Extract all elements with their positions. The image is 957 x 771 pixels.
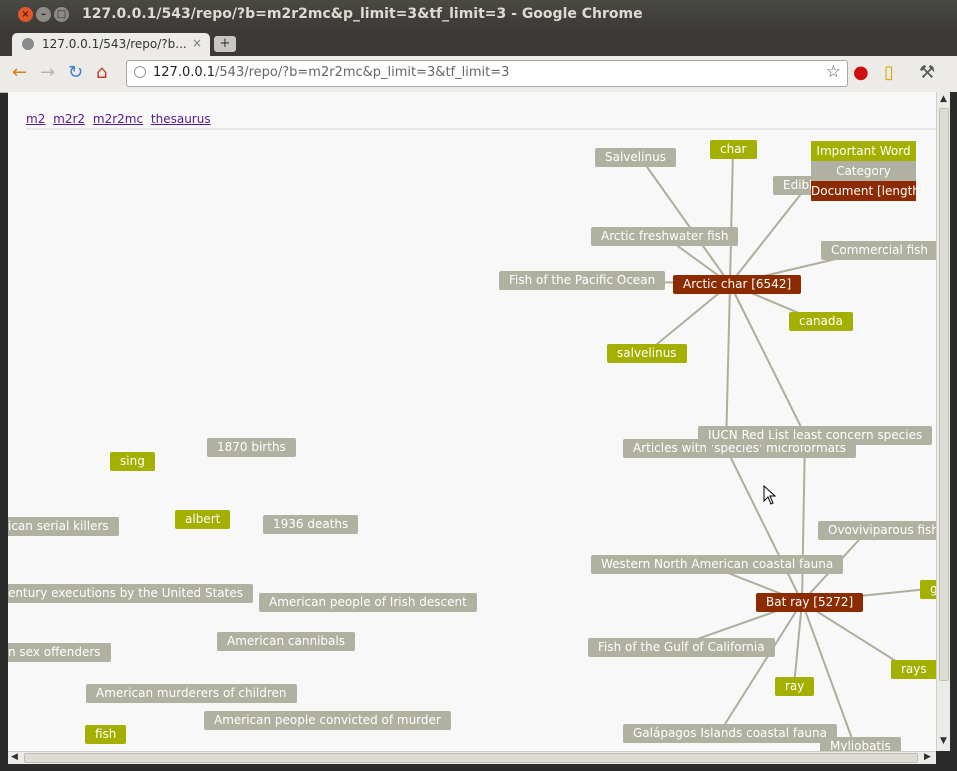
graph-legend: Important Word Category Document [length… [811, 141, 925, 201]
tab-label: 127.0.0.1/543/repo/?b... [42, 37, 187, 51]
node-category[interactable]: American murderers of children [86, 684, 297, 703]
node-category[interactable]: Galápagos Islands coastal fauna [623, 724, 837, 743]
url-host: 127.0.0.1 [153, 65, 216, 80]
node-word[interactable]: ray [775, 677, 815, 696]
node-word[interactable]: sing [110, 452, 155, 471]
node-category[interactable]: American cannibals [217, 632, 355, 651]
background-terminal-bottom [0, 764, 957, 771]
nav-link-thesaurus[interactable]: thesaurus [151, 112, 211, 126]
scroll-up-icon[interactable]: ▲ [940, 94, 947, 104]
edge [801, 601, 855, 745]
node-category[interactable]: entury executions by the United States [8, 584, 253, 603]
favicon-icon [22, 38, 34, 50]
node-category[interactable]: n sex offenders [8, 643, 111, 662]
bookmark-star-icon[interactable]: ☆ [826, 62, 841, 82]
address-bar[interactable]: 127.0.0.1/543/repo/?b=m2r2mc&p_limit=3&t… [126, 60, 848, 87]
scroll-right-icon[interactable]: ▶ [924, 752, 931, 762]
node-category[interactable]: 1936 deaths [263, 515, 359, 534]
node-category[interactable]: American people of Irish descent [259, 593, 477, 612]
page-viewport: m2 m2r2 m2r2mc thesaurus Salvelinus char… [8, 92, 936, 751]
vertical-scroll-thumb[interactable] [939, 108, 949, 681]
browser-toolbar: ← → ↻ ⌂ 127.0.0.1/543/repo/?b=m2r2mc&p_l… [0, 56, 957, 93]
mouse-cursor-icon [763, 485, 777, 505]
node-word[interactable]: albert [175, 510, 231, 529]
node-category[interactable]: Western North American coastal fauna [591, 555, 844, 574]
node-category[interactable]: American people convicted of murder [204, 711, 451, 730]
phone-extension-icon[interactable]: ▯ [884, 63, 894, 83]
window-close-button[interactable]: × [18, 7, 33, 22]
node-category[interactable]: ican serial killers [8, 517, 119, 536]
node-category[interactable]: IUCN Red List least concern species [698, 426, 933, 445]
url-path: /543/repo/?b=m2r2mc&p_limit=3&tf_limit=3 [215, 65, 510, 80]
url-text: 127.0.0.1/543/repo/?b=m2r2mc&p_limit=3&t… [153, 65, 509, 80]
tab-close-icon[interactable]: × [192, 36, 202, 50]
forward-icon[interactable]: → [40, 63, 55, 83]
legend-category: Category [811, 161, 916, 181]
nav-link-m2r2mc[interactable]: m2r2mc [93, 112, 143, 126]
nav-separator [26, 128, 936, 130]
node-word[interactable]: salvelinus [607, 344, 687, 363]
node-category[interactable]: 1870 births [207, 438, 296, 457]
window-maximize-button[interactable]: □ [54, 7, 69, 22]
legend-important-word: Important Word [811, 141, 916, 161]
horizontal-scrollbar[interactable]: ◀ ▶ [8, 751, 936, 765]
node-category[interactable]: Salvelinus [595, 148, 676, 167]
tab-strip: 127.0.0.1/543/repo/?b... × + [0, 30, 957, 56]
node-category[interactable]: Fish of the Pacific Ocean [499, 271, 666, 290]
node-category[interactable]: Fish of the Gulf of California [588, 638, 775, 657]
window-minimize-button[interactable]: – [36, 7, 51, 22]
node-word[interactable]: g [920, 580, 936, 599]
page-info-icon[interactable] [134, 66, 146, 78]
scroll-left-icon[interactable]: ◀ [11, 752, 18, 762]
edge [729, 148, 734, 285]
wrench-icon[interactable]: ⚒ [919, 63, 935, 83]
edge [639, 156, 731, 285]
node-word[interactable]: fish [85, 725, 127, 744]
window-titlebar: × – □ 127.0.0.1/543/repo/?b=m2r2mc&p_lim… [0, 0, 957, 30]
back-icon[interactable]: ← [12, 63, 27, 83]
background-terminal-strip [950, 92, 957, 771]
node-category[interactable]: Arctic freshwater fish [591, 227, 739, 246]
edge [725, 283, 731, 449]
vertical-scrollbar[interactable]: ▲ ▼ [936, 92, 951, 751]
edge [725, 447, 803, 603]
node-category[interactable]: Ovoviviparous fish [818, 521, 936, 540]
scroll-down-icon[interactable]: ▼ [940, 736, 947, 746]
node-category[interactable]: Myliobatis [820, 737, 901, 751]
node-word[interactable]: char [710, 140, 757, 159]
new-tab-button[interactable]: + [214, 36, 236, 52]
nav-links: m2 m2r2 m2r2mc thesaurus [26, 112, 215, 126]
stop-extension-icon[interactable]: ● [853, 63, 869, 83]
nav-link-m2r2[interactable]: m2r2 [53, 112, 85, 126]
edge [801, 434, 806, 603]
browser-tab[interactable]: 127.0.0.1/543/repo/?b... × [12, 33, 210, 56]
window-title: 127.0.0.1/543/repo/?b=m2r2mc&p_limit=3&t… [82, 6, 643, 22]
legend-document: Document [length] [811, 181, 925, 201]
home-icon[interactable]: ⌂ [96, 63, 107, 83]
nav-link-m2[interactable]: m2 [26, 112, 45, 126]
node-category[interactable]: Commercial fish [821, 241, 936, 260]
node-document[interactable]: Bat ray [5272] [756, 593, 864, 612]
reload-icon[interactable]: ↻ [68, 63, 83, 83]
edge [719, 601, 803, 733]
node-word[interactable]: rays [891, 660, 936, 679]
node-word[interactable]: canada [789, 312, 853, 331]
horizontal-scroll-thumb[interactable] [24, 753, 918, 763]
node-document[interactable]: Arctic char [6542] [673, 275, 802, 294]
edge [729, 283, 806, 436]
